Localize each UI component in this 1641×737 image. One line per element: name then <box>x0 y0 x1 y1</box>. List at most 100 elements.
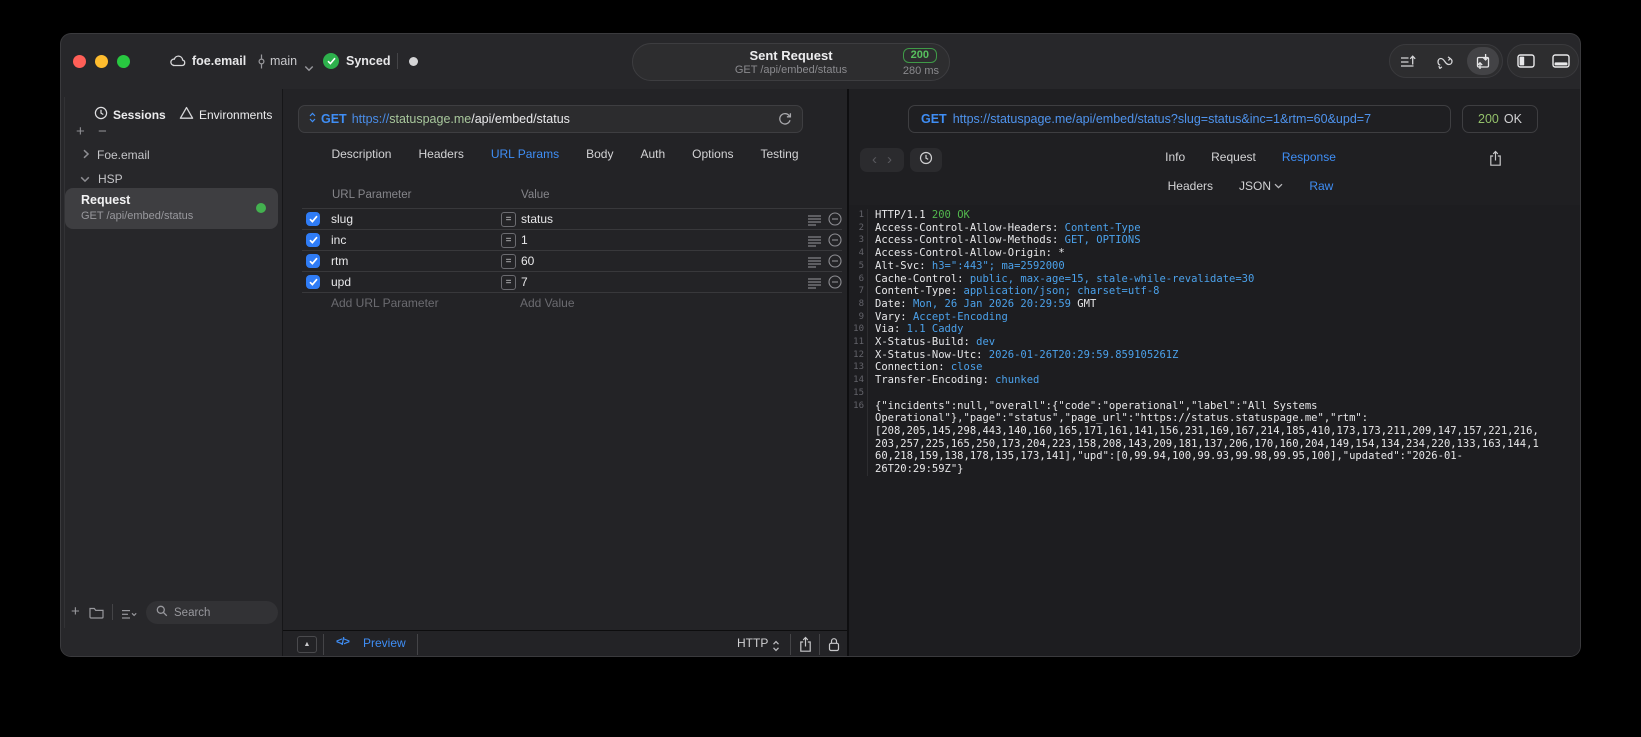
request-tab-description[interactable]: Description <box>331 147 391 161</box>
reorder-handle-icon[interactable] <box>808 255 821 273</box>
param-name[interactable]: rtm <box>331 254 348 268</box>
param-name[interactable]: inc <box>331 233 346 247</box>
response-url-bar[interactable]: GET https://statuspage.me/api/embed/stat… <box>908 105 1451 133</box>
sent-request-pill[interactable]: Sent Request GET /api/embed/status 200 2… <box>632 43 950 81</box>
add-value-placeholder[interactable]: Add Value <box>520 296 575 310</box>
param-value[interactable]: status <box>521 212 553 226</box>
protocol-select[interactable]: HTTP <box>737 636 768 650</box>
request-method[interactable]: GET <box>321 112 347 126</box>
param-value[interactable]: 1 <box>521 233 528 247</box>
param-enabled-checkbox[interactable] <box>306 233 320 247</box>
equals-badge: = <box>501 233 516 248</box>
code-line: 4 Access-Control-Allow-Origin: * <box>849 247 1580 260</box>
panel-left-icon[interactable] <box>1510 47 1542 75</box>
chevron-down-icon[interactable] <box>304 59 314 77</box>
sidebar-inset-edge <box>64 97 65 628</box>
request-tab-auth[interactable]: Auth <box>640 147 665 161</box>
code-segment: application/json; charset=utf-8 <box>963 285 1160 298</box>
lock-icon[interactable] <box>828 637 840 656</box>
response-body-view[interactable]: 1 HTTP/1.1 200 OK 2 Access-Control-Allow-He… <box>849 205 1580 656</box>
add-item-button[interactable]: + <box>71 603 80 621</box>
zoom-window-button[interactable] <box>117 55 130 68</box>
expand-up-icon[interactable]: ▲ <box>297 636 317 653</box>
refresh-icon[interactable] <box>778 112 792 126</box>
add-param-row[interactable]: Add URL Parameter Add Value <box>302 292 842 313</box>
response-tab-response[interactable]: Response <box>1282 150 1336 164</box>
param-enabled-checkbox[interactable] <box>306 254 320 268</box>
request-tab-testing[interactable]: Testing <box>761 147 799 161</box>
share-icon[interactable] <box>799 636 812 656</box>
param-enabled-checkbox[interactable] <box>306 275 320 289</box>
sidebar-item-request-selected[interactable]: Request GET /api/embed/status <box>65 188 278 229</box>
remove-session-button[interactable]: − <box>98 124 107 139</box>
param-value[interactable]: 60 <box>521 254 534 268</box>
tab-environments[interactable]: Environments <box>179 106 272 123</box>
sidebar-search-field[interactable]: Search <box>146 601 278 624</box>
request-tab-body[interactable]: Body <box>586 147 613 161</box>
send-receive-icon[interactable] <box>1467 47 1500 75</box>
param-value[interactable]: 7 <box>521 275 528 289</box>
request-tab-headers[interactable]: Headers <box>418 147 463 161</box>
line-number: 10 <box>849 323 868 337</box>
response-tab-request[interactable]: Request <box>1211 150 1256 164</box>
app-window: foe.email main Synced Sent Request GET /… <box>60 33 1581 657</box>
response-method: GET <box>921 112 947 126</box>
param-name[interactable]: slug <box>331 212 353 226</box>
branch-name[interactable]: main <box>270 54 297 68</box>
request-tab-url-params[interactable]: URL Params <box>491 147 559 161</box>
environments-triangle-icon <box>179 106 194 123</box>
folder-icon[interactable] <box>89 606 104 624</box>
preview-button[interactable]: Preview <box>363 636 406 650</box>
response-status-text: OK <box>1503 112 1522 126</box>
list-filter-icon[interactable] <box>121 607 137 625</box>
recording-dot[interactable] <box>409 57 418 66</box>
params-table: slug = status inc = 1 rtm = 60 upd = 7 Add URL Param… <box>302 208 842 313</box>
code-text: X-Status-Now-Utc: 2026-01-26T20:29:59.85… <box>868 349 1539 362</box>
commit-icon <box>257 54 266 74</box>
response-subtab-headers[interactable]: Headers <box>1168 179 1213 193</box>
response-subtab-json[interactable]: JSON <box>1239 179 1283 193</box>
http-updown-icon[interactable] <box>772 639 780 656</box>
line-number: 14 <box>849 374 868 387</box>
minimize-window-button[interactable] <box>95 55 108 68</box>
code-line: 16 {"incidents":null,"overall":{"code":"o… <box>849 399 1580 476</box>
sent-request-subtitle: GET /api/embed/status <box>734 64 848 76</box>
share-icon[interactable] <box>1489 150 1502 172</box>
equals-badge: = <box>501 254 516 269</box>
close-window-button[interactable] <box>73 55 86 68</box>
response-subtab-raw[interactable]: Raw <box>1309 179 1333 193</box>
response-tab-info[interactable]: Info <box>1165 150 1185 164</box>
toolbar-group-panels <box>1507 44 1579 78</box>
request-list-icon[interactable] <box>1393 47 1425 75</box>
code-icon: </> <box>336 636 350 648</box>
add-param-placeholder[interactable]: Add URL Parameter <box>331 296 439 310</box>
reorder-handle-icon[interactable] <box>808 276 821 294</box>
request-url-bar[interactable]: GET https://statuspage.me/api/embed/stat… <box>298 105 803 133</box>
response-status-code: 200 <box>1478 112 1499 126</box>
loop-icon[interactable] <box>1430 47 1462 75</box>
code-text: HTTP/1.1 200 OK <box>868 209 1539 222</box>
line-number: 16 <box>849 399 868 476</box>
param-enabled-checkbox[interactable] <box>306 212 320 226</box>
search-icon <box>156 604 168 622</box>
add-session-button[interactable]: + <box>76 124 85 139</box>
panel-bottom-icon[interactable] <box>1545 47 1577 75</box>
request-status-dot <box>256 203 266 213</box>
reorder-handle-icon[interactable] <box>808 213 821 231</box>
tab-sessions[interactable]: Sessions <box>94 106 166 123</box>
footer-divider <box>790 634 791 655</box>
project-name[interactable]: foe.email <box>192 54 246 68</box>
request-tab-options[interactable]: Options <box>692 147 733 161</box>
code-segment: dev <box>976 336 996 349</box>
sidebar-item-hsp[interactable]: HSP <box>80 172 123 186</box>
line-number: 3 <box>849 234 868 248</box>
sync-status-label[interactable]: Synced <box>346 54 390 68</box>
code-line: 6 Cache-Control: public, max-age=15, stal… <box>849 272 1580 286</box>
reorder-handle-icon[interactable] <box>808 234 821 252</box>
sidebar-item-foe-email[interactable]: Foe.email <box>83 148 150 162</box>
method-updown-icon[interactable] <box>309 110 316 128</box>
param-row: upd = 7 <box>302 271 842 292</box>
param-name[interactable]: upd <box>331 275 351 289</box>
subtab-label: JSON <box>1238 179 1271 193</box>
subtab-label: Raw <box>1309 179 1334 193</box>
